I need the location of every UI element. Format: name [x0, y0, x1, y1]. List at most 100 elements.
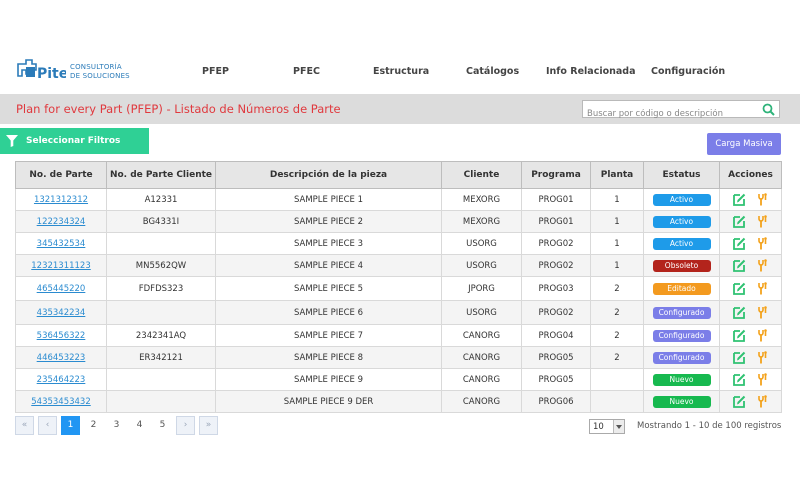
nav-item-pfep[interactable]: PFEP — [202, 66, 229, 77]
status-badge: Configurado — [652, 351, 711, 364]
edit-icon[interactable] — [732, 395, 746, 408]
tools-icon[interactable] — [756, 306, 769, 319]
page-button-5[interactable]: 5 — [153, 416, 172, 435]
app-header: Pite CONSULTORÍA DE SOLUCIONES PFEP PFEC… — [0, 50, 800, 94]
table-row: 1321312312 A12331 SAMPLE PIECE 1 MEXORG PROG… — [15, 188, 782, 211]
column-header-client-part-number[interactable]: No. de Parte Cliente — [106, 161, 216, 189]
cell-status: Configurado — [643, 346, 720, 369]
main-nav: PFEP PFEC Estructura Catálogos Info Rela… — [0, 66, 800, 80]
cell-part-number: 12321311123 — [15, 254, 107, 277]
select-filters-label: Seleccionar Filtros — [26, 136, 121, 146]
part-number-link[interactable]: 465445220 — [37, 284, 86, 294]
cell-part-number: 235464223 — [15, 368, 107, 391]
last-page-button[interactable]: » — [199, 415, 218, 435]
next-page-button[interactable]: › — [176, 415, 195, 435]
pagination: « ‹ 1 2 3 4 5 › » — [15, 415, 222, 435]
page-button-2[interactable]: 2 — [84, 416, 103, 435]
prev-page-button[interactable]: ‹ — [38, 415, 57, 435]
part-number-link[interactable]: 122234324 — [37, 217, 86, 227]
cell-program: PROG05 — [521, 368, 591, 391]
cell-client-part-number — [106, 232, 216, 255]
tools-icon[interactable] — [756, 237, 769, 250]
part-number-link[interactable]: 12321311123 — [31, 261, 91, 271]
column-header-program[interactable]: Programa — [521, 161, 591, 189]
cell-part-number: 54353453432 — [15, 390, 107, 413]
column-header-description[interactable]: Descripción de la pieza — [215, 161, 442, 189]
table-row: 435342234 SAMPLE PIECE 6 USORG PROG02 2 Confi… — [15, 300, 782, 325]
cell-part-number: 1321312312 — [15, 188, 107, 211]
part-number-link[interactable]: 446453223 — [37, 353, 86, 363]
page-size-select[interactable]: 10 — [589, 419, 625, 434]
nav-item-configuracion[interactable]: Configuración — [651, 66, 725, 77]
page-button-4[interactable]: 4 — [130, 416, 149, 435]
cell-status: Activo — [643, 232, 720, 255]
column-header-plant[interactable]: Planta — [590, 161, 644, 189]
part-number-link[interactable]: 1321312312 — [34, 195, 88, 205]
cell-actions — [719, 368, 782, 391]
nav-item-info-relacionada[interactable]: Info Relacionada — [546, 66, 636, 77]
cell-plant: 2 — [590, 276, 644, 301]
cell-description: SAMPLE PIECE 9 DER — [215, 390, 442, 413]
cell-plant: 2 — [590, 346, 644, 369]
part-number-link[interactable]: 536456322 — [37, 331, 86, 341]
row-actions — [721, 329, 781, 342]
page-button-1[interactable]: 1 — [61, 415, 80, 435]
select-filters-button[interactable]: Seleccionar Filtros — [0, 128, 149, 154]
cell-description: SAMPLE PIECE 4 — [215, 254, 442, 277]
tools-icon[interactable] — [756, 259, 769, 272]
tools-icon[interactable] — [756, 193, 769, 206]
cell-description: SAMPLE PIECE 6 — [215, 300, 442, 325]
page-button-3[interactable]: 3 — [107, 416, 126, 435]
cell-plant — [590, 368, 644, 391]
status-badge: Editado — [652, 282, 711, 295]
nav-item-estructura[interactable]: Estructura — [373, 66, 429, 77]
edit-icon[interactable] — [732, 373, 746, 386]
nav-item-pfec[interactable]: PFEC — [293, 66, 320, 77]
part-number-link[interactable]: 435342234 — [37, 308, 86, 318]
row-actions — [721, 193, 781, 206]
nav-item-catalogos[interactable]: Catálogos — [466, 66, 519, 77]
cell-description: SAMPLE PIECE 3 — [215, 232, 442, 255]
cell-client: MEXORG — [441, 188, 522, 211]
edit-icon[interactable] — [732, 351, 746, 364]
cell-program: PROG01 — [521, 188, 591, 211]
edit-icon[interactable] — [732, 306, 746, 319]
cell-client: CANORG — [441, 324, 522, 347]
tools-icon[interactable] — [756, 282, 769, 295]
table-row: 235464223 SAMPLE PIECE 9 CANORG PROG05 Nuevo — [15, 368, 782, 391]
first-page-button[interactable]: « — [15, 415, 34, 435]
cell-description: SAMPLE PIECE 9 — [215, 368, 442, 391]
column-header-status[interactable]: Estatus — [643, 161, 720, 189]
cell-description: SAMPLE PIECE 1 — [215, 188, 442, 211]
search-icon[interactable] — [762, 103, 775, 116]
tools-icon[interactable] — [756, 215, 769, 228]
status-badge: Configurado — [652, 329, 711, 342]
cell-client: JPORG — [441, 276, 522, 301]
edit-icon[interactable] — [732, 282, 746, 295]
status-badge: Configurado — [652, 306, 711, 319]
page-title: Plan for every Part (PFEP) - Listado de … — [16, 102, 341, 116]
cell-program: PROG03 — [521, 276, 591, 301]
cell-part-number: 122234324 — [15, 210, 107, 233]
tools-icon[interactable] — [756, 351, 769, 364]
bulk-upload-button[interactable]: Carga Masiva — [707, 133, 781, 155]
cell-status: Activo — [643, 188, 720, 211]
part-number-link[interactable]: 54353453432 — [31, 397, 91, 407]
cell-actions — [719, 254, 782, 277]
part-number-link[interactable]: 235464223 — [37, 375, 86, 385]
column-header-client[interactable]: Cliente — [441, 161, 522, 189]
cell-client: MEXORG — [441, 210, 522, 233]
tools-icon[interactable] — [756, 395, 769, 408]
tools-icon[interactable] — [756, 373, 769, 386]
edit-icon[interactable] — [732, 237, 746, 250]
cell-plant: 2 — [590, 324, 644, 347]
search-input[interactable] — [583, 106, 753, 122]
part-number-link[interactable]: 345432534 — [37, 239, 86, 249]
column-header-part-number[interactable]: No. de Parte — [15, 161, 107, 189]
status-badge: Nuevo — [652, 373, 711, 386]
edit-icon[interactable] — [732, 193, 746, 206]
edit-icon[interactable] — [732, 329, 746, 342]
edit-icon[interactable] — [732, 215, 746, 228]
edit-icon[interactable] — [732, 259, 746, 272]
tools-icon[interactable] — [756, 329, 769, 342]
